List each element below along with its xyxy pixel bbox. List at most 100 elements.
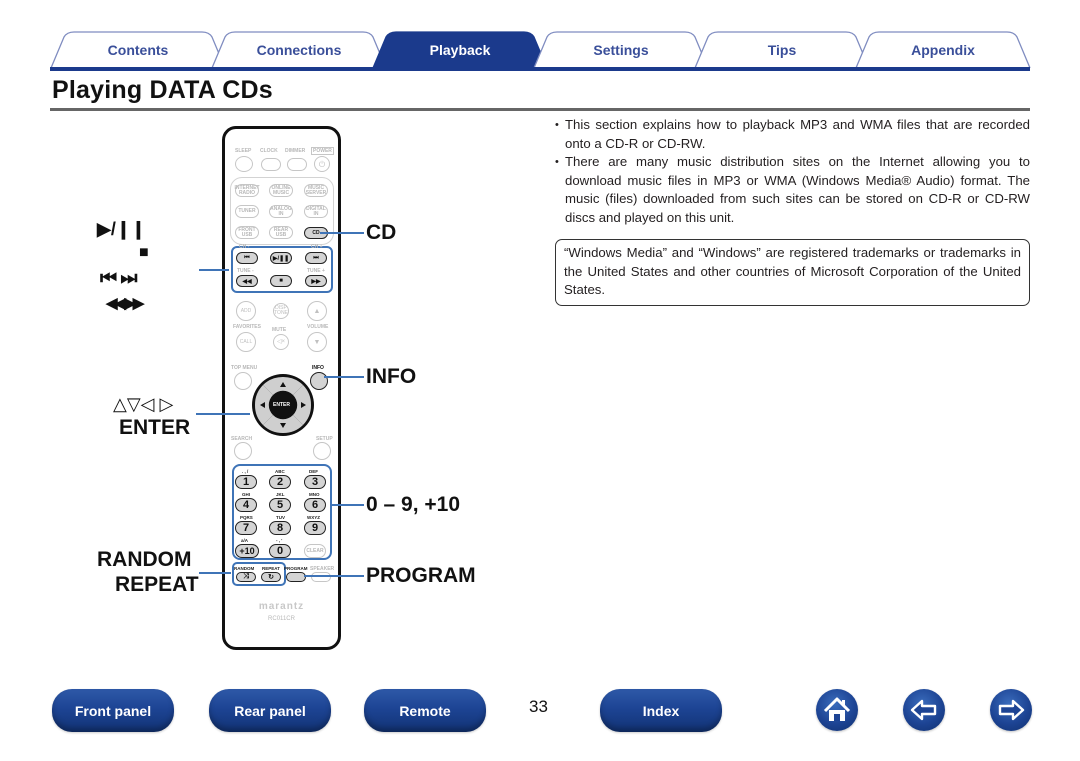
shuffle-icon: ⤨ bbox=[236, 572, 256, 582]
remote-program-button bbox=[286, 572, 306, 582]
key-sub-label: a/A bbox=[241, 538, 249, 543]
volume-down-icon: ▼ bbox=[307, 332, 327, 352]
remote-label-tune-plus: TUNE + bbox=[307, 268, 325, 274]
tab-label: Connections bbox=[256, 42, 342, 58]
remote-enter-label: ENTER bbox=[273, 402, 290, 408]
tab-appendix[interactable]: Appendix bbox=[855, 31, 1031, 68]
callout-line-cd bbox=[320, 232, 364, 234]
remote-music-server-button: MUSIC SERVER bbox=[304, 184, 328, 197]
home-button[interactable] bbox=[816, 689, 858, 731]
title-divider bbox=[50, 108, 1030, 111]
keypad-3: 3 bbox=[304, 475, 326, 489]
remote-control-illustration: SLEEP CLOCK DIMMER POWER ⏻ INTERNET RADI… bbox=[222, 126, 341, 650]
fast-forward-icon: ▶▶ bbox=[305, 275, 327, 287]
remote-front-usb-button: FRONT USB bbox=[235, 226, 259, 239]
tab-contents[interactable]: Contents bbox=[50, 31, 226, 68]
tab-tips[interactable]: Tips bbox=[694, 31, 870, 68]
remote-setup-button bbox=[313, 442, 331, 460]
key-sub-label: TUV bbox=[276, 515, 285, 520]
mute-icon: ◁× bbox=[273, 334, 289, 350]
tab-label: Tips bbox=[767, 42, 797, 58]
key-sub-label: GHI bbox=[242, 492, 251, 497]
tab-label: Contents bbox=[107, 42, 169, 58]
front-panel-button[interactable]: Front panel bbox=[52, 689, 174, 732]
remote-label-tune-minus: TUNE - bbox=[237, 268, 254, 274]
remote-label-info: INFO bbox=[312, 365, 324, 371]
callout-line-transport bbox=[199, 269, 229, 271]
tab-connections[interactable]: Connections bbox=[211, 31, 387, 68]
page-title: Playing DATA CDs bbox=[52, 76, 273, 104]
stop-symbol: ■ bbox=[139, 244, 149, 261]
keypad-5: 5 bbox=[269, 498, 291, 512]
page-number: 33 bbox=[529, 697, 548, 716]
keypad-2: 2 bbox=[269, 475, 291, 489]
callout-line-info bbox=[324, 376, 364, 378]
remote-label-dimmer: DIMMER bbox=[285, 148, 306, 154]
tab-label: Playback bbox=[429, 42, 491, 58]
keypad-6: 6 bbox=[304, 498, 326, 512]
remote-label-power: POWER bbox=[311, 147, 334, 155]
key-sub-label: WXYZ bbox=[307, 515, 320, 520]
remote-search-button bbox=[234, 442, 252, 460]
remote-label-clock: CLOCK bbox=[260, 148, 278, 154]
tab-bar-underline bbox=[50, 67, 1030, 71]
tab-playback[interactable]: Playback bbox=[372, 31, 548, 68]
keypad-0: 0 bbox=[269, 544, 291, 558]
remote-tuner-button: TUNER bbox=[235, 205, 259, 218]
rear-panel-button[interactable]: Rear panel bbox=[209, 689, 331, 732]
index-button[interactable]: Index bbox=[600, 689, 722, 732]
remote-analog-in-button: ANALOG IN bbox=[269, 205, 293, 218]
back-button[interactable] bbox=[903, 689, 945, 731]
remote-label-program: PROGRAM bbox=[284, 566, 308, 571]
keypad-7: 7 bbox=[235, 521, 257, 535]
key-sub-label: - , ' bbox=[276, 538, 283, 543]
home-icon bbox=[823, 697, 851, 721]
callout-line-numbers bbox=[330, 504, 364, 506]
remote-label-mute: MUTE bbox=[272, 327, 287, 333]
tab-settings[interactable]: Settings bbox=[533, 31, 709, 68]
keypad-1: 1 bbox=[235, 475, 257, 489]
remote-top-menu-button bbox=[234, 372, 252, 390]
repeat-icon: ↻ bbox=[261, 572, 281, 582]
remote-label-favorites: FAVORITES bbox=[233, 324, 261, 330]
callout-numbers: 0 – 9, +10 bbox=[366, 493, 460, 516]
skip-symbols: ⏮ ⏭ bbox=[100, 268, 137, 289]
remote-clear-button: CLEAR bbox=[304, 544, 326, 558]
tab-bar: Contents Connections Playback Settings T… bbox=[50, 31, 1031, 71]
remote-call-button: CALL bbox=[236, 332, 256, 352]
remote-online-music-button: ONLINE MUSIC bbox=[269, 184, 293, 197]
remote-label-setup: SETUP bbox=[316, 436, 333, 442]
remote-internet-radio-button: INTERNET RADIO bbox=[234, 184, 260, 197]
back-arrow-icon bbox=[910, 699, 937, 721]
forward-button[interactable] bbox=[990, 689, 1032, 731]
remote-digital-in-button: DIGITAL IN bbox=[304, 205, 328, 218]
remote-sleep-button bbox=[235, 156, 253, 172]
play-pause-icon: ▶/❚❚ bbox=[270, 252, 292, 264]
remote-dpad: ENTER bbox=[251, 373, 315, 437]
search-symbols: ◀◀ ▶▶ bbox=[106, 295, 144, 312]
key-sub-label: JKL bbox=[276, 492, 285, 497]
keypad-4: 4 bbox=[235, 498, 257, 512]
remote-button[interactable]: Remote bbox=[364, 689, 486, 732]
key-sub-label: PQRS bbox=[240, 515, 253, 520]
keypad-plus10: +10 bbox=[235, 544, 259, 558]
callout-info: INFO bbox=[366, 365, 417, 388]
callout-line-random-repeat bbox=[199, 572, 231, 574]
remote-label-top-menu: TOP MENU bbox=[231, 365, 258, 371]
callout-line-program bbox=[304, 575, 364, 577]
key-sub-label: DEF bbox=[309, 469, 318, 474]
keypad-9: 9 bbox=[304, 521, 326, 535]
stop-icon: ■ bbox=[270, 275, 292, 287]
bullet-item: This section explains how to playback MP… bbox=[555, 116, 1030, 153]
remote-dimmer-button bbox=[287, 158, 307, 171]
remote-clock-button bbox=[261, 158, 281, 171]
power-icon: ⏻ bbox=[314, 156, 330, 172]
remote-label-volume: VOLUME bbox=[307, 324, 329, 330]
cursor-symbols: △▽◁ ▷ bbox=[113, 394, 174, 414]
play-pause-symbol: ▶/❙❙ bbox=[97, 219, 147, 239]
callout-enter: ENTER bbox=[119, 416, 191, 439]
callout-random: RANDOM bbox=[97, 548, 192, 571]
callout-cd: CD bbox=[366, 221, 397, 244]
remote-label-ch-plus: CH + bbox=[311, 244, 323, 250]
tab-label: Appendix bbox=[911, 42, 975, 58]
